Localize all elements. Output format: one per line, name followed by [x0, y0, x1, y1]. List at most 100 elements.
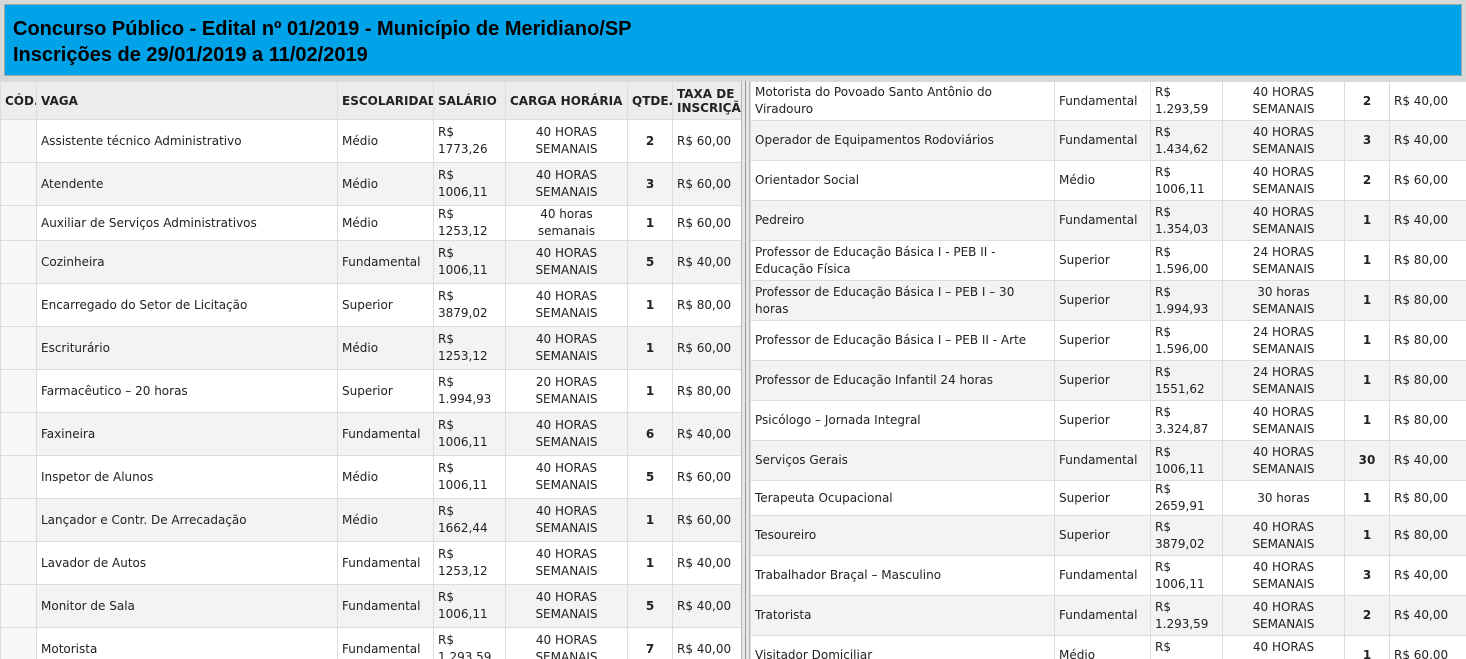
- cell-vaga: Tesoureiro: [750, 515, 1055, 556]
- table-row: Trabalhador Braçal – Masculino Fundamenta…: [750, 555, 1466, 596]
- cell-salario: R$ 1253,12: [433, 541, 506, 585]
- cell-carga: 30 horas: [1222, 480, 1345, 516]
- cell-carga: 40 HORAS SEMANAIS: [505, 498, 628, 542]
- cell-carga: 40 HORAS SEMANAIS: [505, 119, 628, 163]
- cell-carga: 40 HORAS SEMANAIS: [505, 541, 628, 585]
- table-row: Professor de Educação Básica I – PEB I –…: [750, 280, 1466, 321]
- cell-salario: R$ 1551,62: [1150, 360, 1223, 401]
- cell-qtde: 1: [627, 283, 673, 327]
- cell-qtde: 1: [1344, 515, 1390, 556]
- cell-cod: [0, 455, 37, 499]
- cell-salario: R$ 1253,12: [433, 326, 506, 370]
- cell-escolaridade: Fundamental: [1054, 200, 1151, 241]
- cell-escolaridade: Superior: [1054, 515, 1151, 556]
- cell-taxa: R$ 40,00: [1389, 81, 1466, 121]
- table-row: Professor de Educação Básica I - PEB II …: [750, 240, 1466, 281]
- cell-escolaridade: Médio: [337, 455, 434, 499]
- cell-cod: [0, 541, 37, 585]
- cell-escolaridade: Fundamental: [1054, 120, 1151, 161]
- cell-qtde: 5: [627, 240, 673, 284]
- cell-vaga: Trabalhador Braçal – Masculino: [750, 555, 1055, 596]
- cell-carga: 40 HORAS SEMANAIS: [1222, 440, 1345, 481]
- table-row: Professor de Educação Básica I – PEB II …: [750, 320, 1466, 361]
- table-row: Tesoureiro Superior R$ 3879,02 40 HORAS SEM…: [750, 515, 1466, 556]
- cell-taxa: R$ 40,00: [1389, 200, 1466, 241]
- cell-taxa: R$ 80,00: [672, 283, 741, 327]
- cell-taxa: R$ 80,00: [1389, 320, 1466, 361]
- table-row: Visitador DomiciliarMédioR$ 1253,1240 HO…: [750, 635, 1466, 659]
- left-table-panel[interactable]: CÓD. VAGA ESCOLARIDADE SALÁRIO CARGA HOR…: [0, 81, 741, 659]
- table-row: Psicólogo – Jornada Integral Superior R$ 3…: [750, 400, 1466, 441]
- cell-escolaridade: Superior: [337, 369, 434, 413]
- cell-qtde: 1: [1344, 360, 1390, 401]
- cell-salario: R$ 1662,44: [433, 498, 506, 542]
- cell-taxa: R$ 80,00: [672, 369, 741, 413]
- cell-escolaridade: Fundamental: [337, 584, 434, 628]
- right-table-panel[interactable]: Motorista do Povoado Santo Antônio do Vi…: [750, 81, 1466, 659]
- cell-escolaridade: Médio: [337, 498, 434, 542]
- cell-salario: R$ 1253,12: [1150, 635, 1223, 659]
- cell-escolaridade: Fundamental: [1054, 595, 1151, 636]
- cell-vaga: Encarregado do Setor de Licitação: [36, 283, 338, 327]
- table-row: Terapeuta Ocupacional Superior R$ 2659,91 3…: [750, 480, 1466, 516]
- cell-salario: R$ 1.994,93: [1150, 280, 1223, 321]
- col-header-taxa: TAXA DE INSCRIÇÃO: [672, 81, 741, 120]
- cell-salario: R$ 3.324,87: [1150, 400, 1223, 441]
- cell-carga: 40 HORAS SEMANAIS: [1222, 81, 1345, 121]
- cell-taxa: R$ 60,00: [672, 119, 741, 163]
- cell-carga: 40 HORAS SEMANAIS: [505, 627, 628, 659]
- page-title: Concurso Público - Edital nº 01/2019 - M…: [13, 18, 632, 40]
- cell-carga: 30 horas SEMANAIS: [1222, 280, 1345, 321]
- cell-taxa: R$ 80,00: [1389, 515, 1466, 556]
- cell-escolaridade: Superior: [1054, 240, 1151, 281]
- table-row: Inspetor de Alunos Médio R$ 1006,11 40 HORA…: [0, 455, 741, 499]
- cell-taxa: R$ 80,00: [1389, 360, 1466, 401]
- table-row: Pedreiro Fundamental R$ 1.354,03 40 HORAS S…: [750, 200, 1466, 241]
- cell-cod: [0, 205, 37, 241]
- cell-escolaridade: Médio: [337, 205, 434, 241]
- cell-escolaridade: Superior: [1054, 320, 1151, 361]
- table-row: Serviços Gerais Fundamental R$ 1006,11 40 H…: [750, 440, 1466, 481]
- table-row: Motorista Fundamental R$ 1.293,59 40 HORAS …: [0, 627, 741, 659]
- cell-taxa: R$ 40,00: [1389, 595, 1466, 636]
- col-header-escolaridade: ESCOLARIDADE: [337, 81, 434, 120]
- cell-escolaridade: Fundamental: [337, 541, 434, 585]
- cell-carga: 40 HORAS SEMANAIS: [1222, 555, 1345, 596]
- cell-qtde: 1: [627, 326, 673, 370]
- cell-escolaridade: Superior: [337, 283, 434, 327]
- cell-vaga: Farmacêutico – 20 horas: [36, 369, 338, 413]
- cell-escolaridade: Fundamental: [337, 627, 434, 659]
- cell-salario: R$ 1.596,00: [1150, 240, 1223, 281]
- cell-taxa: R$ 80,00: [1389, 240, 1466, 281]
- cell-taxa: R$ 40,00: [672, 240, 741, 284]
- cell-salario: R$ 1006,11: [433, 412, 506, 456]
- table-row: Motorista do Povoado Santo Antônio do Vi…: [750, 81, 1466, 121]
- cell-qtde: 6: [627, 412, 673, 456]
- table-row: Faxineira Fundamental R$ 1006,11 40 HORAS S…: [0, 412, 741, 456]
- cell-escolaridade: Médio: [1054, 635, 1151, 659]
- cell-cod: [0, 326, 37, 370]
- cell-vaga: Faxineira: [36, 412, 338, 456]
- cell-carga: 40 HORAS SEMANAIS: [505, 326, 628, 370]
- cell-qtde: 1: [1344, 400, 1390, 441]
- table-row: Monitor de Sala Fundamental R$ 1006,11 40 H…: [0, 584, 741, 628]
- cell-qtde: 3: [1344, 555, 1390, 596]
- cell-qtde: 7: [627, 627, 673, 659]
- cell-qtde: 1: [1344, 280, 1390, 321]
- cell-carga: 40 HORAS SEMANAIS: [1222, 515, 1345, 556]
- table-row: Tratorista Fundamental R$ 1.293,59 40 HORAS…: [750, 595, 1466, 636]
- cell-cod: [0, 283, 37, 327]
- cell-escolaridade: Fundamental: [1054, 555, 1151, 596]
- cell-salario: R$ 1.293,59: [1150, 595, 1223, 636]
- table-row: Lavador de Autos Fundamental R$ 1253,12 40 …: [0, 541, 741, 585]
- cell-salario: R$ 2659,91: [1150, 480, 1223, 516]
- cell-qtde: 1: [627, 369, 673, 413]
- cell-vaga: Professor de Educação Infantil 24 horas: [750, 360, 1055, 401]
- cell-qtde: 2: [1344, 595, 1390, 636]
- cell-cod: [0, 498, 37, 542]
- cell-taxa: R$ 60,00: [1389, 160, 1466, 201]
- cell-carga: 40 HORAS SEMANAIS: [505, 240, 628, 284]
- cell-qtde: 3: [1344, 120, 1390, 161]
- cell-carga: 40 HORAS SEMANAIS: [1222, 595, 1345, 636]
- panel-splitter[interactable]: [741, 81, 750, 659]
